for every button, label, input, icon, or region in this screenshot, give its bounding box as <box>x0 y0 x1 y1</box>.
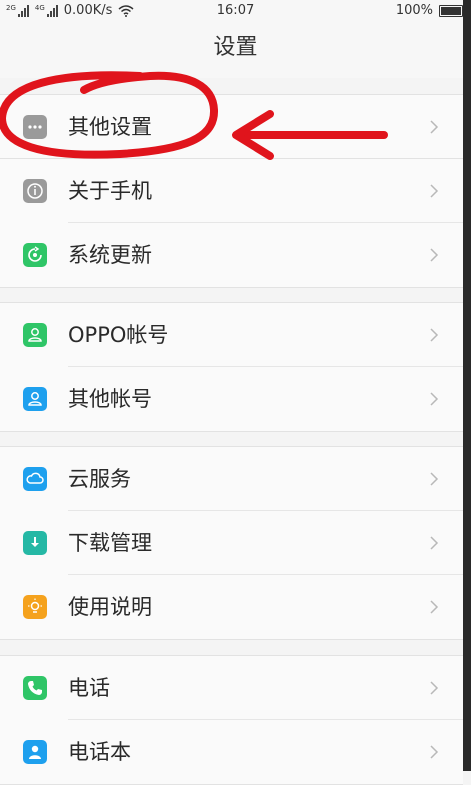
settings-group: 云服务下载管理使用说明 <box>0 446 463 640</box>
bulb-icon <box>23 595 47 619</box>
settings-item[interactable]: 电话 <box>0 656 463 720</box>
settings-item-label: 电话 <box>68 676 110 700</box>
settings-item[interactable]: 其他帐号 <box>0 367 463 431</box>
chevron-right-icon <box>430 681 439 695</box>
info-icon <box>23 179 47 203</box>
settings-item-label: 云服务 <box>68 467 131 491</box>
chevron-right-icon <box>430 536 439 550</box>
cloud-icon <box>23 467 47 491</box>
settings-item[interactable]: 系统更新 <box>0 223 463 287</box>
chevron-right-icon <box>430 248 439 262</box>
settings-item-label: 系统更新 <box>68 243 152 267</box>
settings-group: 关于手机 系统更新 <box>0 158 463 288</box>
settings-group: 其他设置 <box>0 94 463 160</box>
person-icon <box>23 387 47 411</box>
settings-item-label: 其他帐号 <box>68 387 152 411</box>
chevron-right-icon <box>430 120 439 134</box>
chevron-right-icon <box>430 472 439 486</box>
settings-item-label: 其他设置 <box>68 115 152 139</box>
update-icon <box>23 243 47 267</box>
settings-item-label: 关于手机 <box>68 179 152 203</box>
settings-group: OPPO帐号 其他帐号 <box>0 302 463 432</box>
settings-item[interactable]: OPPO帐号 <box>0 303 463 367</box>
chevron-right-icon <box>430 600 439 614</box>
settings-item[interactable]: 使用说明 <box>0 575 463 639</box>
settings-item[interactable]: 其他设置 <box>0 95 463 159</box>
settings-item-label: 使用说明 <box>68 595 152 619</box>
settings-item[interactable]: 电话本 <box>0 720 463 784</box>
download-icon <box>23 531 47 555</box>
chevron-right-icon <box>430 745 439 759</box>
person-icon <box>23 323 47 347</box>
phone-icon <box>23 676 47 700</box>
screen-edge <box>463 0 471 771</box>
settings-item-label: 下载管理 <box>68 531 152 555</box>
chevron-right-icon <box>430 328 439 342</box>
battery-percent: 100% <box>395 3 433 18</box>
battery-icon <box>439 4 466 17</box>
settings-group: 电话 电话本 <box>0 655 463 785</box>
settings-item-label: OPPO帐号 <box>68 323 169 347</box>
settings-item-label: 电话本 <box>68 740 131 764</box>
settings-item[interactable]: 云服务 <box>0 447 463 511</box>
more-dots-icon <box>23 115 47 139</box>
settings-item[interactable]: 下载管理 <box>0 511 463 575</box>
contacts-icon <box>23 740 47 764</box>
page-title: 设置 <box>0 22 471 78</box>
status-bar: 2G 4G 0.00K/s 16:07 100% <box>0 0 471 22</box>
settings-item[interactable]: 关于手机 <box>0 159 463 223</box>
chevron-right-icon <box>430 184 439 198</box>
chevron-right-icon <box>430 392 439 406</box>
